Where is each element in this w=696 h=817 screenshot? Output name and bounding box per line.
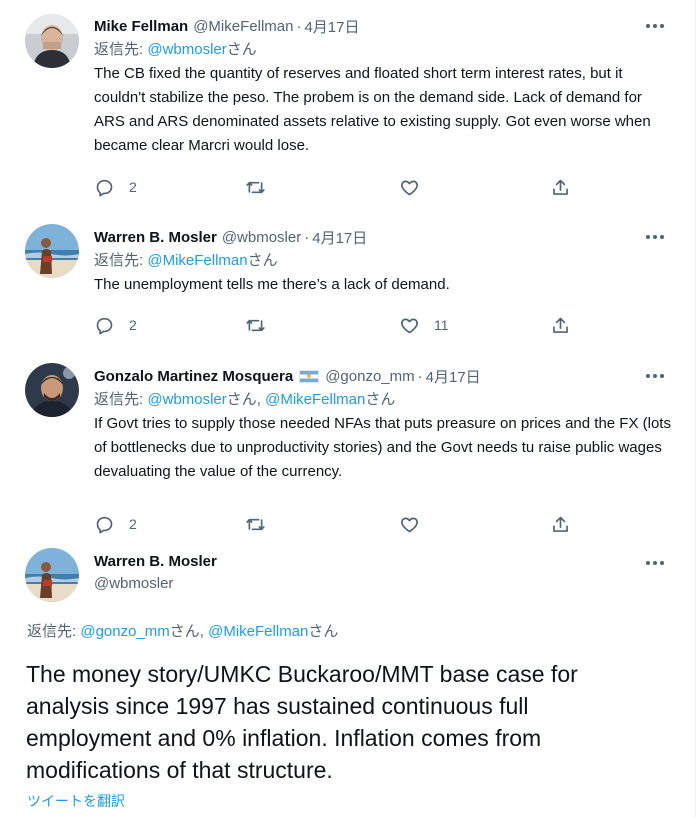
reply-icon [96, 179, 113, 196]
reply-suffix: さん [308, 623, 339, 640]
replying-to: 返信先: @wbmoslerさん [94, 38, 672, 62]
mention-link[interactable]: @gonzo_mm [80, 623, 169, 640]
tweet[interactable]: Gonzalo Martinez Mosquera @gonzo_mm · 4月… [0, 350, 690, 536]
share-button[interactable] [550, 175, 571, 199]
tweet-date[interactable]: 4月17日 [304, 16, 359, 37]
retweet-icon [246, 181, 265, 193]
separator-dot: · [296, 17, 302, 35]
author-handle[interactable]: @wbmosler [94, 572, 672, 596]
argentina-flag-icon [299, 369, 320, 383]
share-icon [553, 179, 568, 195]
separator-dot: · [304, 228, 310, 246]
replying-to: 返信先: @gonzo_mmさん, @MikeFellmanさん [27, 620, 338, 641]
reply-suffix: さん [365, 391, 396, 408]
retweet-button[interactable] [245, 175, 266, 199]
tweet-text: The CB fixed the quantity of reserves an… [94, 65, 651, 154]
more-icon[interactable] [638, 14, 672, 38]
author-name[interactable]: Warren B. Mosler [94, 553, 217, 570]
reply-suffix: さん [247, 252, 278, 269]
reply-prefix: 返信先: [94, 252, 148, 269]
like-button[interactable] [399, 175, 420, 199]
tweet-text: The money story/UMKC Buckaroo/MMT base c… [26, 661, 578, 783]
reply-icon [96, 317, 113, 334]
mention-link[interactable]: @MikeFellman [265, 391, 365, 408]
tweet-date[interactable]: 4月17日 [426, 366, 481, 387]
avatar[interactable] [25, 224, 79, 278]
separator-dot: · [417, 367, 423, 385]
focused-tweet: Warren B. Mosler @wbmosler 返信先: @gonzo_m… [0, 536, 690, 817]
author-handle[interactable]: @MikeFellman [193, 18, 293, 35]
tweet-text: The unemployment tells me there’s a lack… [94, 276, 450, 293]
heart-icon [401, 180, 418, 195]
translate-link[interactable]: ツイートを翻訳 [27, 791, 125, 811]
reply-icon [96, 516, 113, 533]
tweet-date[interactable]: 4月17日 [312, 227, 367, 248]
action-bar: 2 11 [94, 313, 614, 337]
reply-button[interactable]: 2 [94, 512, 137, 536]
more-icon[interactable] [638, 364, 672, 388]
author-handle[interactable]: @wbmosler [222, 229, 301, 246]
reply-prefix: 返信先: [27, 623, 81, 640]
replying-to: 返信先: @wbmoslerさん, @MikeFellmanさん [94, 388, 672, 412]
tweet-header: Gonzalo Martinez Mosquera @gonzo_mm · 4月… [94, 364, 672, 388]
conversation-thread: Mike Fellman @MikeFellman · 4月17日 返信先: @… [0, 0, 696, 817]
reply-prefix: 返信先: [94, 41, 148, 58]
reply-count: 2 [129, 317, 137, 333]
tweet-text: If Govt tries to supply those needed NFA… [94, 415, 671, 480]
tweet-header: Warren B. Mosler [94, 550, 672, 572]
like-button[interactable]: 11 [399, 313, 449, 337]
avatar[interactable] [25, 363, 79, 417]
share-icon [553, 317, 568, 333]
tweet-header: Warren B. Mosler @wbmosler · 4月17日 [94, 225, 672, 249]
mention-link[interactable]: @MikeFellman [208, 623, 308, 640]
avatar[interactable] [25, 548, 79, 602]
reply-suffix: さん [226, 41, 257, 58]
share-button[interactable] [550, 512, 571, 536]
reply-mid: さん, [226, 391, 266, 408]
retweet-icon [246, 319, 265, 331]
action-bar: 2 [94, 512, 614, 536]
author-name[interactable]: Gonzalo Martinez Mosquera [94, 368, 293, 385]
heart-icon [401, 517, 418, 532]
avatar[interactable] [25, 14, 79, 68]
retweet-button[interactable] [245, 512, 266, 536]
author-name[interactable]: Warren B. Mosler [94, 229, 217, 246]
reply-button[interactable]: 2 [94, 313, 137, 337]
share-icon [553, 516, 568, 532]
more-icon[interactable] [638, 225, 672, 249]
mention-link[interactable]: @wbmosler [147, 41, 226, 58]
mention-link[interactable]: @wbmosler [147, 391, 226, 408]
author-name[interactable]: Mike Fellman [94, 18, 188, 35]
author-handle[interactable]: @gonzo_mm [325, 368, 414, 385]
tweet[interactable]: Warren B. Mosler @wbmosler · 4月17日 返信先: … [0, 211, 690, 350]
reply-count: 2 [129, 179, 137, 195]
replying-to: 返信先: @MikeFellmanさん [94, 249, 672, 273]
more-icon[interactable] [638, 551, 672, 575]
share-button[interactable] [550, 313, 571, 337]
retweet-button[interactable] [245, 313, 266, 337]
like-button[interactable] [399, 512, 420, 536]
heart-icon [401, 318, 418, 333]
reply-prefix: 返信先: [94, 391, 148, 408]
reply-count: 2 [129, 516, 137, 532]
like-count: 11 [434, 317, 449, 333]
mention-link[interactable]: @MikeFellman [147, 252, 247, 269]
retweet-icon [246, 518, 265, 530]
action-bar: 2 [94, 175, 614, 199]
reply-button[interactable]: 2 [94, 175, 137, 199]
reply-mid: さん, [169, 623, 209, 640]
tweet-header: Mike Fellman @MikeFellman · 4月17日 [94, 14, 672, 38]
tweet[interactable]: Mike Fellman @MikeFellman · 4月17日 返信先: @… [0, 0, 690, 211]
